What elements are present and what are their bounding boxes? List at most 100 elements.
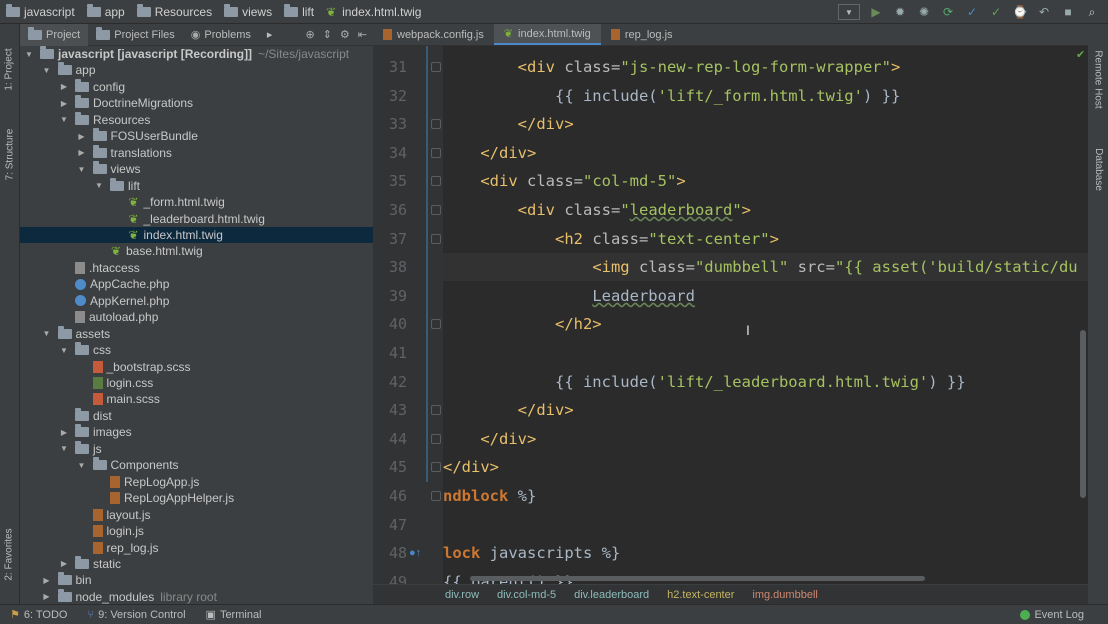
code-line[interactable]: </div> xyxy=(443,396,574,424)
tree-item[interactable]: ▶ node_modules library root xyxy=(20,588,373,604)
event-log-button[interactable]: Event Log xyxy=(1020,609,1108,621)
fold-marker-icon[interactable] xyxy=(431,147,441,158)
code-line[interactable]: {{ include('lift/_leaderboard.html.twig'… xyxy=(443,368,966,396)
code-line[interactable]: Leaderboard xyxy=(443,282,695,310)
tree-item[interactable]: dist xyxy=(20,407,373,424)
tree-item[interactable]: ▼ app xyxy=(20,62,373,78)
search-icon[interactable]: ⌕ xyxy=(1084,4,1100,20)
code-line[interactable]: lock javascripts %} xyxy=(443,539,620,567)
gear-icon[interactable]: ⚙ xyxy=(340,28,350,41)
expand-arrow-icon[interactable]: ▶ xyxy=(77,148,87,157)
breadcrumb-item[interactable]: Resources xyxy=(131,3,218,19)
debug-icon[interactable]: ✹ xyxy=(892,4,908,20)
coverage-icon[interactable]: ✺ xyxy=(916,4,932,20)
tree-item[interactable]: ▶ config xyxy=(20,78,373,95)
code-line[interactable]: {{ include('lift/_form.html.twig') }} xyxy=(443,82,900,110)
expand-arrow-icon[interactable]: ▼ xyxy=(77,461,87,470)
tree-item[interactable]: ▼ css xyxy=(20,342,373,358)
horizontal-scrollbar[interactable] xyxy=(470,576,925,581)
tool-tab-project[interactable]: 1: Project xyxy=(0,34,19,104)
tree-item[interactable]: ▼ views xyxy=(20,161,373,177)
editor-tab[interactable]: webpack.config.js xyxy=(373,24,494,45)
fold-marker-icon[interactable] xyxy=(431,491,441,501)
override-marker-icon[interactable]: ●↑ xyxy=(409,547,421,559)
expand-arrow-icon[interactable]: ▼ xyxy=(59,346,69,355)
expand-arrow-icon[interactable]: ▼ xyxy=(42,329,52,338)
fold-marker-icon[interactable] xyxy=(431,176,441,187)
code-line[interactable]: </div> xyxy=(443,139,536,167)
tree-item[interactable]: rep_log.js xyxy=(20,540,373,556)
expand-arrow-icon[interactable]: ▼ xyxy=(42,66,52,75)
tool-tab-structure[interactable]: 7: Structure xyxy=(0,114,19,194)
tree-item[interactable]: ▶ DoctrineMigrations xyxy=(20,95,373,111)
editor-breadcrumb-item[interactable]: h2.text-center xyxy=(667,589,734,601)
more-tabs-button[interactable]: ▸ xyxy=(259,24,281,46)
expand-arrow-icon[interactable]: ▶ xyxy=(42,592,52,601)
editor-breadcrumb-item[interactable]: div.col-md-5 xyxy=(497,589,556,601)
tree-item[interactable]: RepLogAppHelper.js xyxy=(20,490,373,506)
expand-arrow-icon[interactable]: ▶ xyxy=(77,132,87,141)
tree-item[interactable]: autoload.php xyxy=(20,309,373,325)
code-line[interactable]: <div class="col-md-5"> xyxy=(443,167,685,195)
expand-arrow-icon[interactable]: ▼ xyxy=(77,165,87,174)
vcs-history-icon[interactable]: ⌚ xyxy=(1012,4,1028,20)
hide-icon[interactable]: ⇤ xyxy=(358,28,367,41)
vcs-commit-icon[interactable]: ✓ xyxy=(988,4,1004,20)
tree-item[interactable]: ▼ js xyxy=(20,440,373,457)
tree-item[interactable]: ▼ lift xyxy=(20,177,373,194)
tree-item[interactable]: ▶ bin xyxy=(20,572,373,588)
expand-arrow-icon[interactable]: ▼ xyxy=(59,444,69,453)
code-line[interactable]: </h2> xyxy=(443,310,602,338)
tree-item[interactable]: RepLogApp.js xyxy=(20,474,373,490)
vcs-update-icon[interactable]: ✓ xyxy=(964,4,980,20)
editor-breadcrumb-item[interactable]: div.leaderboard xyxy=(574,589,649,601)
code-line[interactable]: </div> xyxy=(443,425,536,453)
stop-icon[interactable]: ■ xyxy=(1060,4,1076,20)
tree-item[interactable]: ▼ Components xyxy=(20,457,373,473)
tree-item[interactable]: AppKernel.php xyxy=(20,293,373,309)
expand-arrow-icon[interactable]: ▼ xyxy=(24,50,34,59)
tree-item[interactable]: main.scss xyxy=(20,391,373,407)
breadcrumb-item[interactable]: ❦ index.html.twig xyxy=(320,5,427,19)
tool-tab-favorites[interactable]: 2: Favorites xyxy=(0,514,19,594)
editor-breadcrumb-item[interactable]: img.dumbbell xyxy=(752,589,817,601)
tree-item[interactable]: ▼ javascript [javascript [Recording]] ~/Si… xyxy=(20,46,373,62)
tree-item[interactable]: AppCache.php xyxy=(20,276,373,292)
breadcrumb-item[interactable]: app xyxy=(81,3,131,19)
profile-icon[interactable]: ⟳ xyxy=(940,4,956,20)
editor-tab[interactable]: ❦ index.html.twig xyxy=(493,24,601,45)
breadcrumb-item[interactable]: javascript xyxy=(0,3,81,19)
fold-marker-icon[interactable] xyxy=(431,119,441,130)
sync-icon[interactable]: ⊕ xyxy=(305,28,314,41)
code-line[interactable]: ndblock %} xyxy=(443,482,536,510)
breadcrumb-item[interactable]: lift xyxy=(278,3,320,19)
code-line[interactable]: <img class="dumbbell" src="{{ asset('bui… xyxy=(443,253,1088,282)
code-editor[interactable]: <div class="js-new-rep-log-form-wrapper"… xyxy=(443,46,1088,584)
terminal-button[interactable]: ▣ Terminal xyxy=(196,608,272,622)
fold-marker-icon[interactable] xyxy=(431,233,441,244)
expand-arrow-icon[interactable]: ▶ xyxy=(59,559,69,568)
expand-arrow-icon[interactable]: ▶ xyxy=(59,428,69,437)
tree-item[interactable]: ▶ translations xyxy=(20,144,373,161)
tree-item[interactable]: ▶ static xyxy=(20,555,373,572)
run-config-dropdown[interactable]: ▼ xyxy=(838,4,860,20)
tree-item[interactable]: .htaccess xyxy=(20,260,373,276)
expand-arrow-icon[interactable]: ▶ xyxy=(59,82,69,91)
code-line[interactable]: </div> xyxy=(443,110,574,138)
fold-marker-icon[interactable] xyxy=(431,62,441,72)
tree-item[interactable]: login.css xyxy=(20,375,373,391)
breadcrumb-item[interactable]: views xyxy=(218,3,278,19)
tree-item[interactable]: layout.js xyxy=(20,507,373,523)
code-line[interactable]: <div class="leaderboard"> xyxy=(443,196,751,224)
tree-item[interactable]: ❦ _form.html.twig xyxy=(20,194,373,210)
todo-button[interactable]: ⚑ 6: TODO xyxy=(0,608,77,622)
vcs-revert-icon[interactable]: ↶ xyxy=(1036,4,1052,20)
tool-tab-remote-host[interactable]: Remote Host xyxy=(1088,34,1108,124)
run-icon[interactable]: ▶ xyxy=(868,4,884,20)
code-line[interactable]: <div class="js-new-rep-log-form-wrapper"… xyxy=(443,53,901,81)
tab-problems[interactable]: ◉ Problems xyxy=(183,24,259,46)
fold-marker-icon[interactable] xyxy=(431,462,441,473)
tool-tab-database[interactable]: Database xyxy=(1088,134,1108,204)
version-control-button[interactable]: ⑂ 9: Version Control xyxy=(77,609,195,621)
tree-item[interactable]: _bootstrap.scss xyxy=(20,359,373,375)
